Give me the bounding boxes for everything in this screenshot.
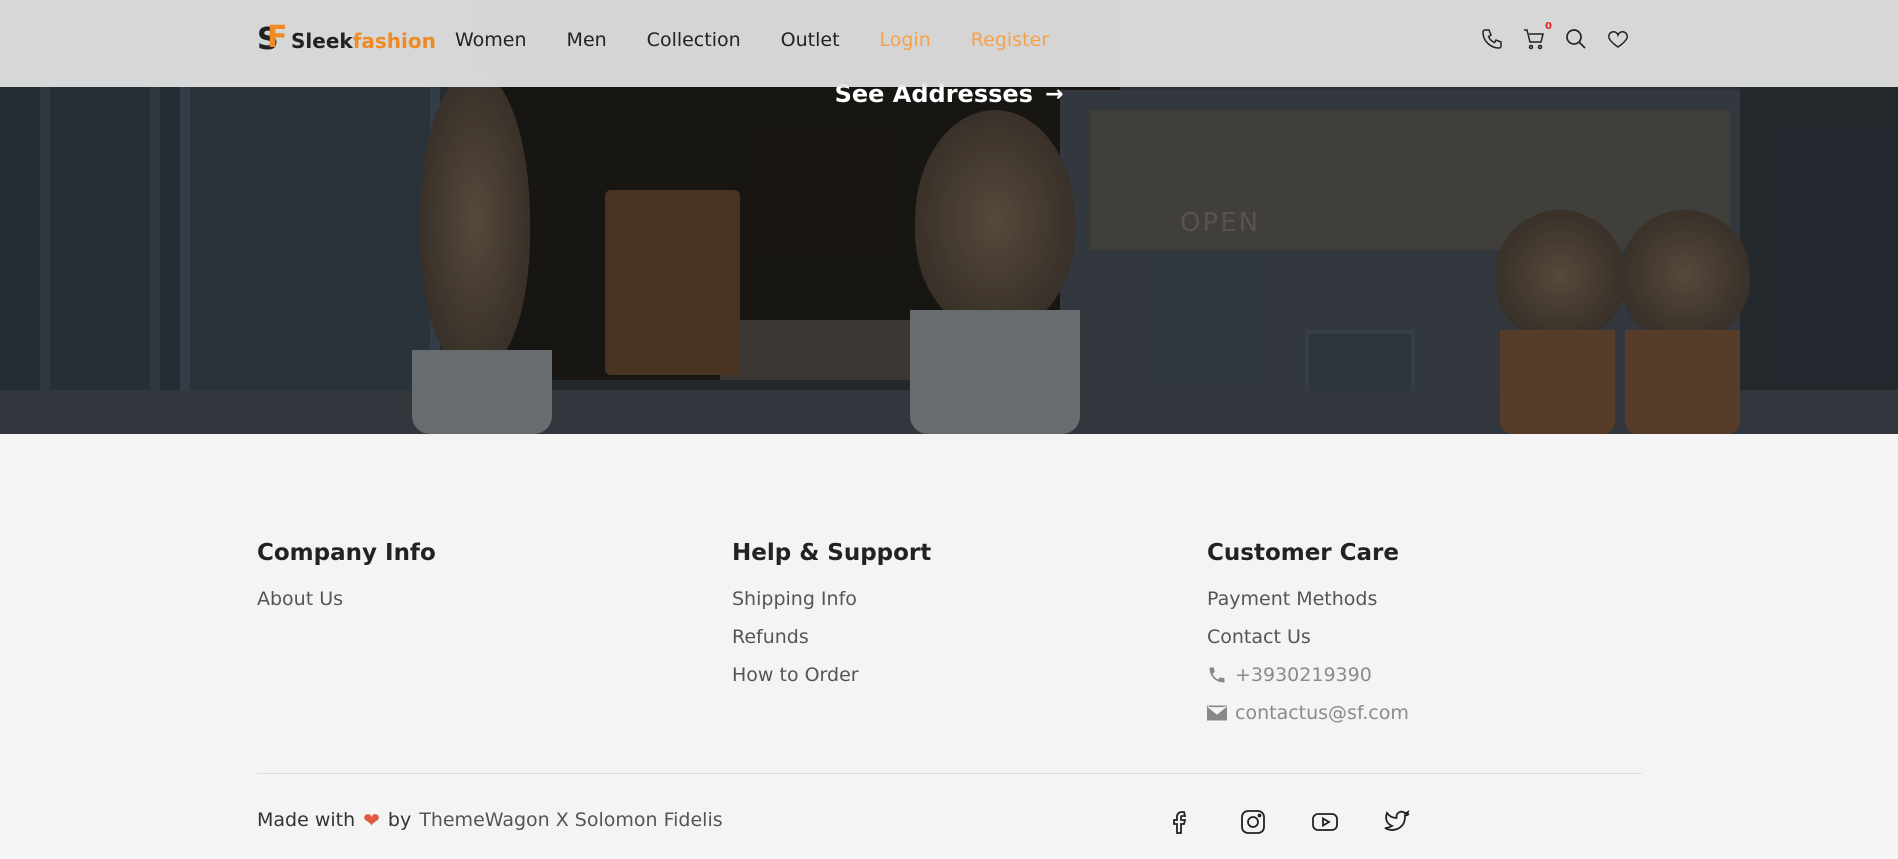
search-icon[interactable] [1564,27,1588,51]
footer-help-support: Help & Support Shipping Info Refunds How… [732,540,931,702]
facebook-icon[interactable] [1165,806,1197,838]
footer-phone-number: +3930219390 [1235,664,1372,686]
footer-link-contact[interactable]: Contact Us [1207,626,1409,648]
nav-women[interactable]: Women [455,29,527,51]
brand-logo[interactable]: S F Sleekfashion [257,20,436,57]
brand-name-part1: Sleek [291,29,353,53]
footer-email[interactable]: contactus@sf.com [1207,702,1409,724]
main-nav: Women Men Collection Outlet Login Regist… [455,29,1049,51]
credit-link[interactable]: ThemeWagon X Solomon Fidelis [419,809,722,831]
by-label: by [387,809,412,831]
cart-icon[interactable]: 0 [1522,21,1552,51]
footer-help-title: Help & Support [732,540,932,566]
phone-icon[interactable] [1480,27,1504,51]
heart-icon: ❤ [363,808,380,832]
footer-phone[interactable]: +3930219390 [1207,664,1409,686]
youtube-icon[interactable] [1309,806,1341,838]
logo-mark: S F [257,20,288,57]
instagram-icon[interactable] [1237,806,1269,838]
nav-outlet[interactable]: Outlet [781,29,840,51]
nav-register[interactable]: Register [971,29,1049,51]
footer-customer-care: Customer Care Payment Methods Contact Us… [1207,540,1409,740]
twitter-icon[interactable] [1381,806,1413,838]
social-links [1165,806,1413,838]
phone-icon [1209,667,1225,683]
logo-mark-f: F [267,20,288,55]
footer-divider [257,773,1642,774]
site-header: S F Sleekfashion Women Men Collection Ou… [0,0,1898,87]
brand-name-part2: fashion [352,29,436,53]
heart-icon[interactable] [1606,27,1630,51]
footer-link-shipping[interactable]: Shipping Info [732,588,931,610]
nav-collection[interactable]: Collection [647,29,741,51]
cart-count-badge: 0 [1545,21,1552,32]
nav-login[interactable]: Login [880,29,931,51]
footer-link-refunds[interactable]: Refunds [732,626,931,648]
footer-email-address: contactus@sf.com [1235,702,1409,724]
footer-link-how-to-order[interactable]: How to Order [732,664,931,686]
nav-men[interactable]: Men [567,29,607,51]
envelope-icon [1207,705,1227,721]
footer-care-title: Customer Care [1207,540,1399,566]
made-with-label: Made with [257,809,356,831]
header-actions: 0 [1480,21,1630,51]
footer-company-info: Company Info About Us [257,540,436,626]
footer-company-title: Company Info [257,540,436,566]
footer-credits: Made with ❤ by ThemeWagon X Solomon Fide… [257,808,723,832]
footer-link-payment[interactable]: Payment Methods [1207,588,1409,610]
footer-link-about[interactable]: About Us [257,588,436,610]
brand-name: Sleekfashion [291,29,436,53]
